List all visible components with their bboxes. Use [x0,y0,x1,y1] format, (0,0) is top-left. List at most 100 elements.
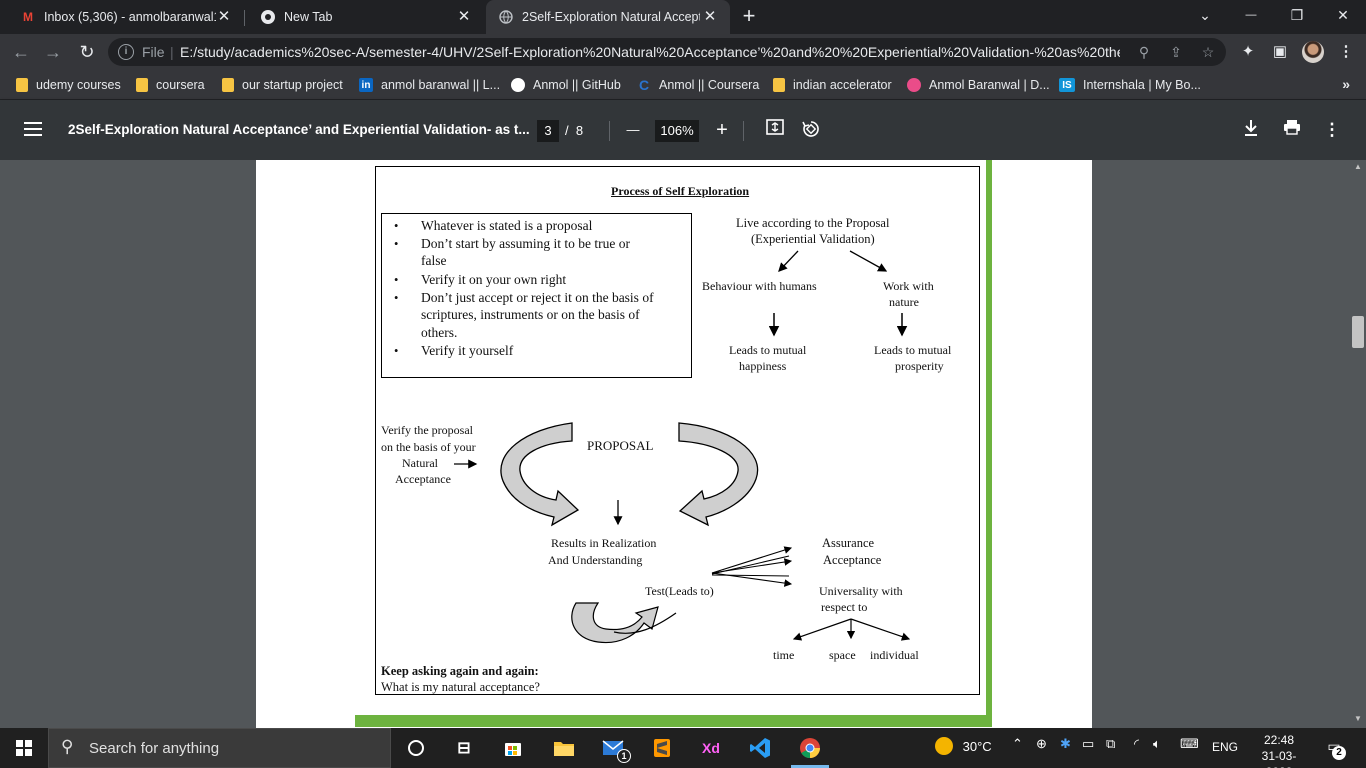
zoom-icon[interactable]: ⚲ [1134,43,1154,61]
notification-count: 2 [1332,746,1346,760]
url-text[interactable]: E:/study/academics%20sec-A/semester-4/UH… [180,44,1120,60]
toolbar-divider [743,121,744,141]
weather-widget[interactable]: 30°C [935,737,992,755]
chrome-icon [260,9,276,25]
folder-icon [136,78,148,92]
battery-icon[interactable]: ▭ [1082,736,1094,752]
taskbar-search[interactable]: ⚲ Search for anything [48,728,391,768]
bookmark-startup-project[interactable]: our startup project [222,76,343,94]
pdf-toolbar: 2Self-Exploration Natural Acceptance’ an… [0,100,1366,160]
arrow-fan-line [711,574,790,577]
vscode-icon[interactable] [748,736,772,760]
profile-avatar[interactable] [1302,41,1324,63]
diagram-frame: Process of Self Exploration • Whatever i… [375,166,980,695]
tab-gmail[interactable]: M Inbox (5,306) - anmolbaranwal11 ✕ [0,0,244,34]
fit-to-page-icon[interactable] [764,119,786,141]
clock[interactable]: 22:48 31-03-2022 [1250,732,1308,768]
cortana-icon[interactable] [404,736,428,760]
notification-center-icon[interactable]: ▭ 2 [1323,738,1346,760]
language-indicator[interactable]: ENG [1212,740,1238,754]
page-border-green [355,715,992,727]
menu-kebab-icon[interactable]: ⋮ [1336,42,1356,62]
bookmarks-overflow-icon[interactable]: » [1342,76,1350,92]
bookmark-indian-accelerator[interactable]: indian accelerator [773,76,892,94]
close-window-button[interactable]: ✕ [1320,0,1366,32]
bookmark-label: Anmol Baranwal | D... [929,78,1050,92]
download-icon[interactable] [1240,119,1262,141]
sublime-text-icon[interactable] [650,736,674,760]
arrow-to-behaviour [778,250,799,272]
more-options-icon[interactable]: ⋮ [1321,119,1343,141]
back-arrow-icon[interactable]: ← [8,39,34,65]
display-icon[interactable]: ⧉ [1106,736,1115,752]
close-icon[interactable]: ✕ [216,9,232,25]
zoom-out-button[interactable]: — [622,119,644,141]
adobe-xd-icon[interactable]: Xd [699,736,723,760]
wifi-icon[interactable]: ◜ [1134,736,1139,752]
scrollbar-thumb[interactable] [1352,316,1364,348]
toolbar-divider [609,121,610,141]
cycle-arrow-right [678,422,759,527]
bookmark-star-icon[interactable]: ☆ [1198,43,1218,61]
page-number-input[interactable]: 3 [537,120,559,142]
address-bar[interactable]: i File | E:/study/academics%20sec-A/seme… [108,38,1226,66]
total-pages: 8 [575,123,584,138]
meet-now-icon[interactable]: ⊕ [1036,736,1047,752]
pdf-viewport[interactable]: Process of Self Exploration • Whatever i… [0,160,1366,728]
scroll-down-arrow[interactable]: ▼ [1350,712,1366,726]
bluetooth-icon[interactable]: ✱ [1060,736,1071,752]
chevron-up-icon[interactable]: ⌃ [1012,736,1023,752]
tab-new-tab[interactable]: New Tab ✕ [240,0,484,34]
gmail-icon: M [23,10,33,24]
bookmark-label: indian accelerator [793,78,892,92]
task-view-icon[interactable]: ⊟ [452,736,476,760]
volume-icon[interactable]: 🔈︎ [1153,736,1161,752]
dribbble-icon [907,78,921,92]
info-icon[interactable]: i [118,44,134,60]
bookmark-linkedin[interactable]: in anmol baranwal || L... [359,76,500,94]
windows-start-icon[interactable] [16,740,32,756]
tab-pdf-active[interactable]: 2Self-Exploration Natural Accepta ✕ [486,0,730,34]
side-panel-icon[interactable]: ▣ [1270,42,1290,62]
minimize-button[interactable]: — [1228,0,1274,32]
folder-icon [773,78,785,92]
reload-icon[interactable]: ↻ [74,39,100,65]
store-icon[interactable] [501,736,525,760]
bookmark-internshala[interactable]: IS Internshala | My Bo... [1059,76,1201,94]
keyboard-icon[interactable]: ⌨ [1180,736,1199,752]
new-tab-button[interactable]: + [738,5,760,27]
rotate-icon[interactable] [800,119,822,141]
chrome-icon[interactable] [798,736,822,760]
bookmark-udemy-courses[interactable]: udemy courses [16,76,121,94]
tab-search-dropdown-icon[interactable]: ⌄ [1182,0,1228,32]
extensions-icon[interactable]: ✦ [1238,42,1258,62]
arrow-to-nature [849,250,888,272]
cycle-arrow-left [500,422,580,527]
close-icon[interactable]: ✕ [702,9,718,25]
close-icon[interactable]: ✕ [456,9,472,25]
branch-time [792,618,852,641]
bookmark-github[interactable]: Anmol || GitHub [511,76,621,94]
arrow-to-universality [711,572,793,587]
menu-icon[interactable] [24,122,42,136]
print-icon[interactable] [1281,119,1303,141]
bookmark-label: Anmol || Coursera [659,78,760,92]
restore-button[interactable]: ❐ [1274,0,1320,32]
tab-title: 2Self-Exploration Natural Accepta [522,10,700,24]
share-icon[interactable]: ⇪ [1166,43,1186,61]
arrow-to-assurance [711,546,793,574]
forward-arrow-icon[interactable]: → [40,39,66,65]
scroll-up-arrow[interactable]: ▲ [1350,160,1366,174]
tab-title: Inbox (5,306) - anmolbaranwal11 [44,10,216,24]
globe-icon [498,9,514,25]
bookmark-dribbble[interactable]: Anmol Baranwal | D... [907,76,1050,94]
search-icon: ⚲ [61,737,74,756]
mail-icon[interactable]: 1 [601,736,631,763]
zoom-level-input[interactable]: 106% [655,120,699,142]
bookmark-coursera-profile[interactable]: C Anmol || Coursera [637,76,759,94]
tab-title: New Tab [284,10,333,24]
github-icon [511,78,525,92]
zoom-in-button[interactable]: + [711,119,733,141]
bookmark-coursera[interactable]: coursera [136,76,205,94]
file-explorer-icon[interactable] [552,736,576,760]
